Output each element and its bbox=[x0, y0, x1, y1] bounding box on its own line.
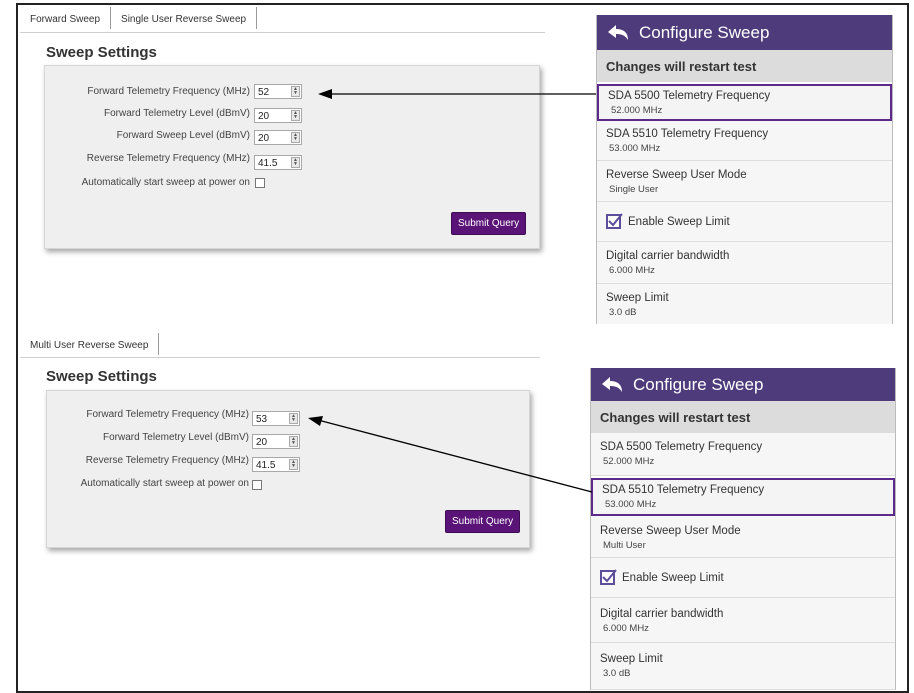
arrowhead-icon bbox=[308, 416, 323, 426]
arrowhead-icon bbox=[318, 89, 332, 99]
callout-arrows bbox=[308, 89, 596, 493]
callout-arrow-bottom bbox=[317, 419, 593, 493]
